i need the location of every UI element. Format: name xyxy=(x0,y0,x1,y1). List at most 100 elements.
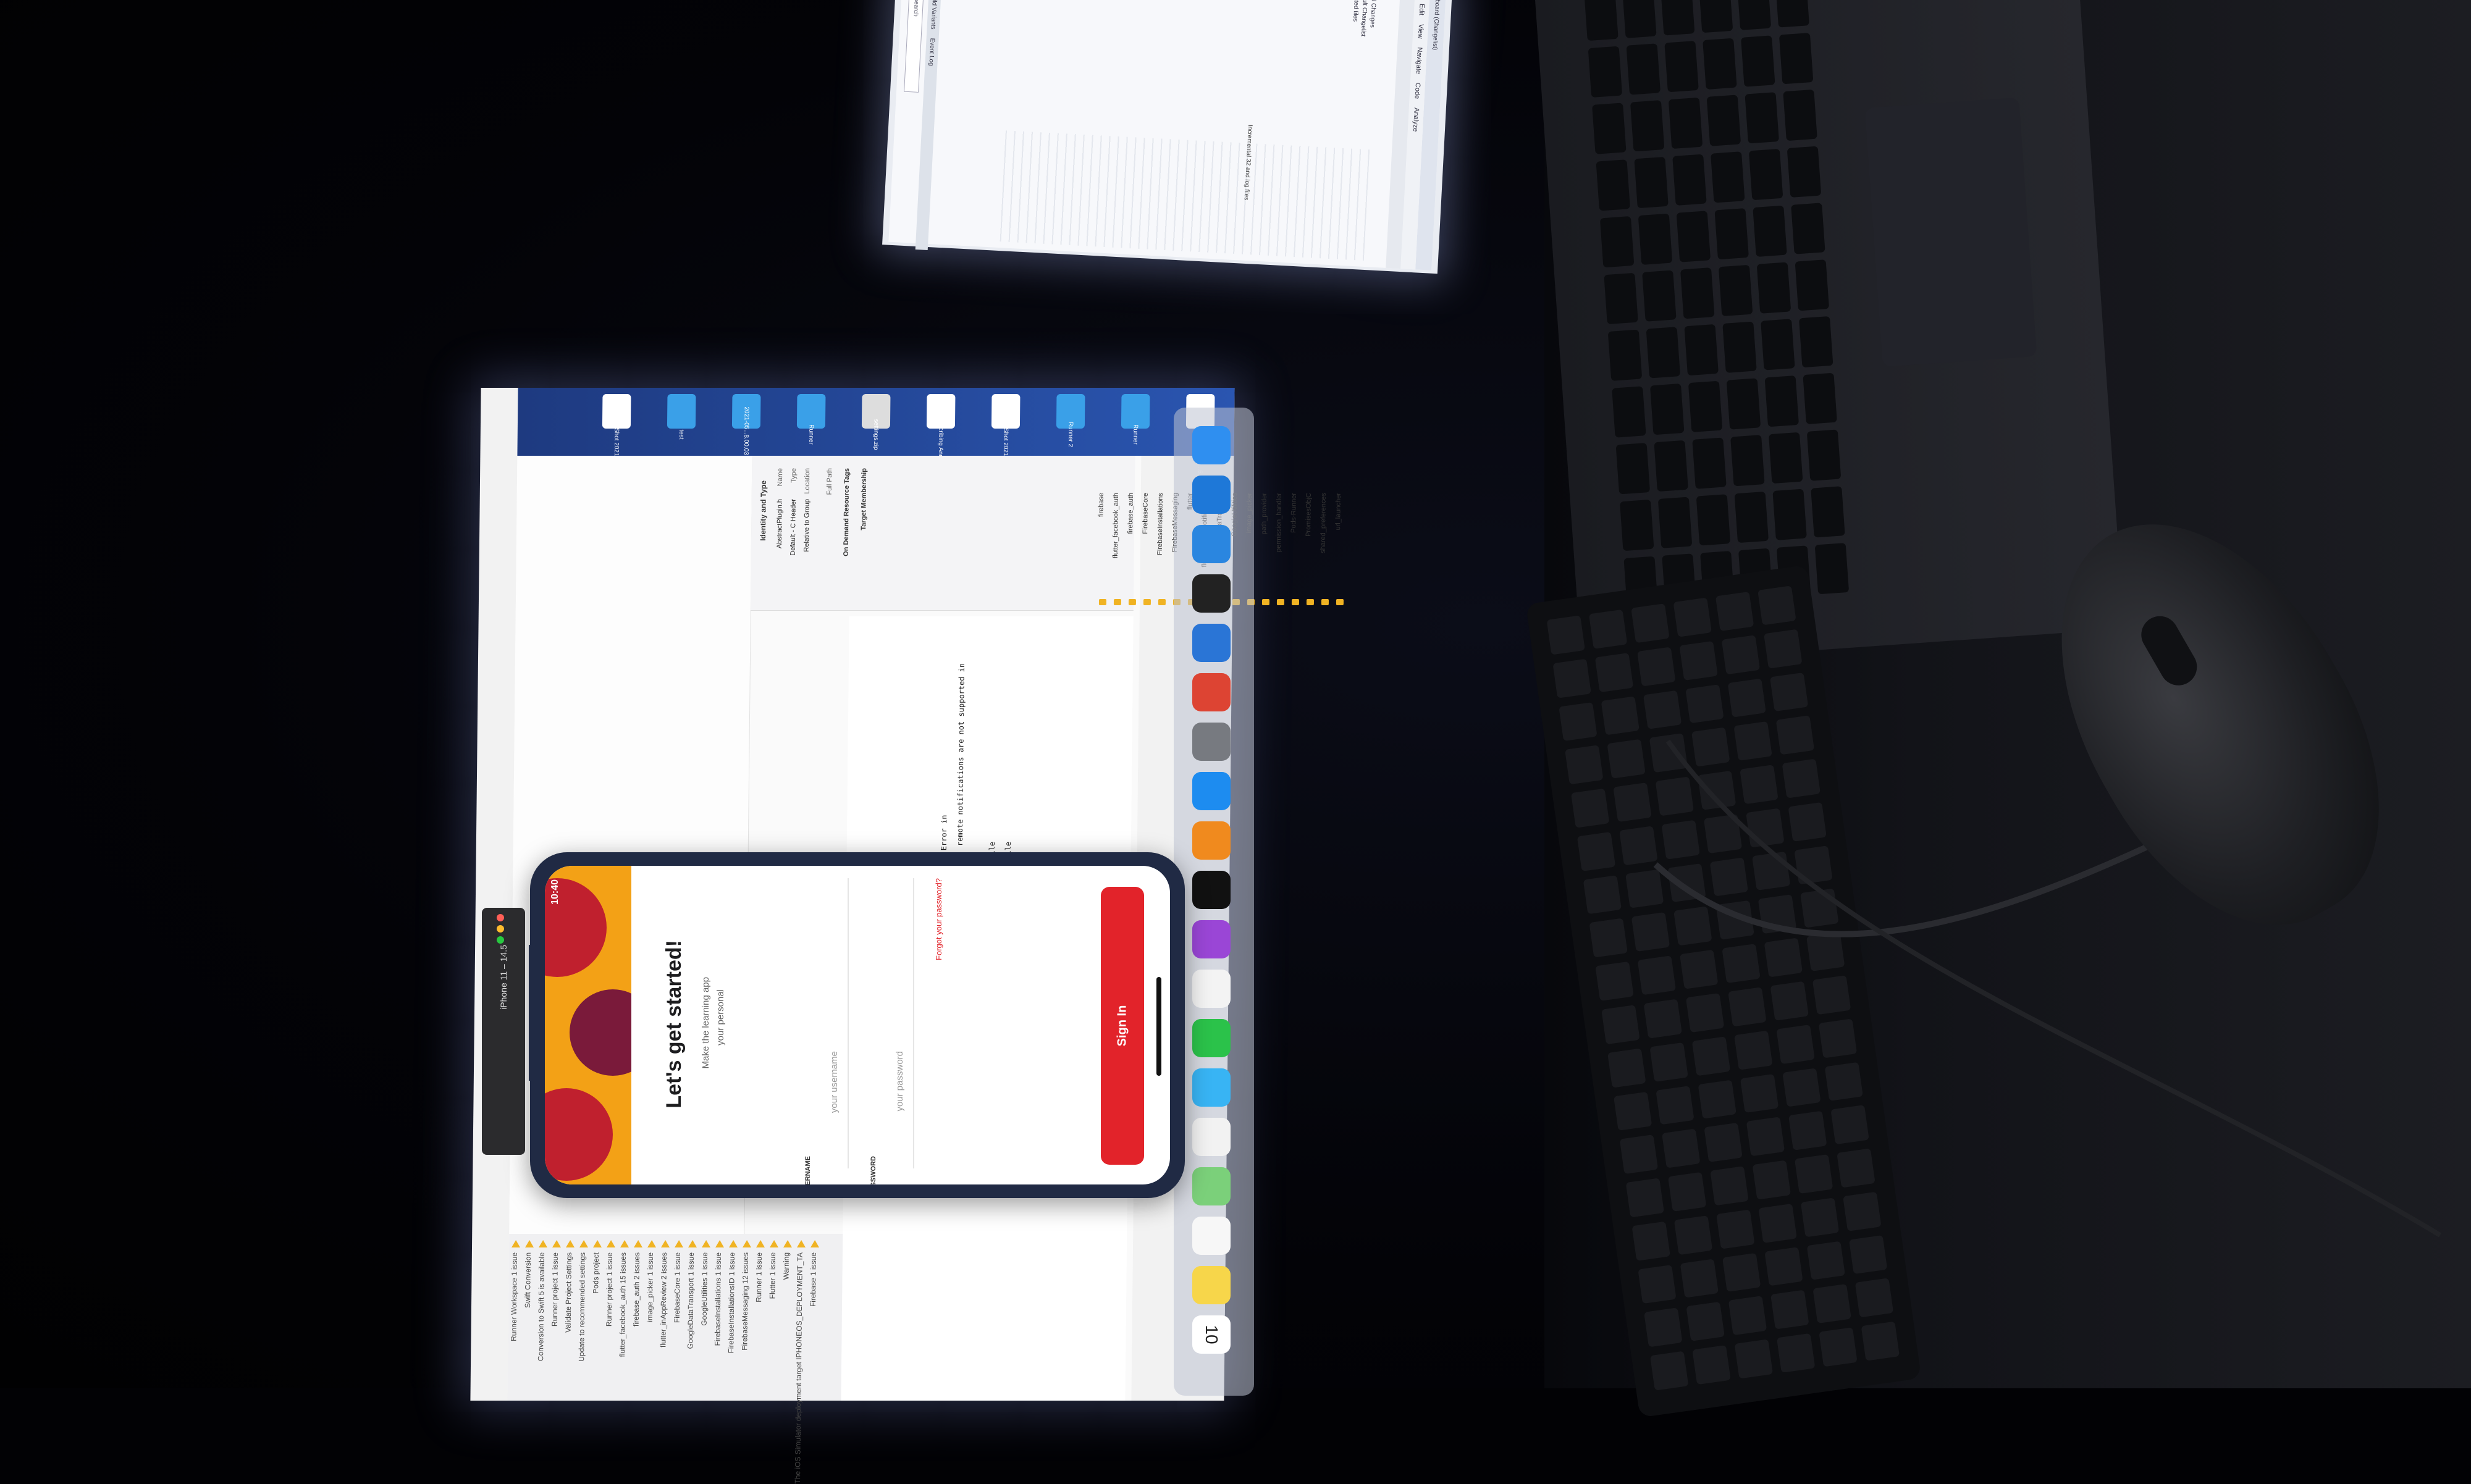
issue-item[interactable]: image_picker 1 issue xyxy=(646,1252,655,1322)
desktop-file-label: settings.zip xyxy=(872,419,880,450)
target-item[interactable]: Pods-Runner xyxy=(1290,493,1298,533)
issue-item[interactable]: FirebaseCore 1 issue xyxy=(673,1252,682,1323)
warning-icon xyxy=(647,1240,657,1247)
password-field[interactable]: your password xyxy=(895,1051,905,1112)
ide-bottom-tab[interactable]: Build Variants xyxy=(930,0,938,30)
ide-menu-item[interactable]: Navigate xyxy=(1415,47,1423,74)
desktop-file[interactable]: Runner xyxy=(1108,394,1164,450)
target-item[interactable]: FirebaseCore xyxy=(1142,493,1150,534)
books-icon[interactable] xyxy=(1192,821,1231,860)
target-item[interactable]: path_provider xyxy=(1260,493,1268,534)
issue-item[interactable]: The iOS Simulator deployment target IPHO… xyxy=(793,1252,804,1484)
folder-blue-icon[interactable] xyxy=(1192,476,1231,514)
app-store-icon[interactable] xyxy=(1192,772,1231,810)
issue-item[interactable]: Firebase 1 issue xyxy=(809,1252,818,1307)
ide-menu-item[interactable]: Analyze xyxy=(1412,107,1420,132)
password-label: PASSWORD xyxy=(870,1156,877,1184)
desktop-file[interactable]: Runner xyxy=(783,394,840,450)
target-item[interactable]: permission_handler xyxy=(1275,493,1283,552)
ide-menu-item[interactable]: Edit xyxy=(1418,4,1426,16)
warning-icon xyxy=(770,1240,779,1247)
issue-item[interactable]: Runner project 1 issue xyxy=(605,1252,614,1327)
file-inspector: Identity and Type Name AbstractPlugin.h … xyxy=(750,456,1344,611)
mouse-scroll-wheel xyxy=(2134,609,2204,692)
zoom-window-button[interactable] xyxy=(497,936,504,944)
music-icon[interactable] xyxy=(1192,970,1231,1008)
desktop-file[interactable]: settings.zip xyxy=(848,394,904,450)
reminders-icon[interactable] xyxy=(1192,1217,1231,1255)
desktop-file[interactable]: 2021-05...8.00.03 PM xyxy=(718,394,775,466)
target-item[interactable]: FirebaseInstallations xyxy=(1156,493,1164,555)
issue-item[interactable]: flutter_facebook_auth 15 issues xyxy=(618,1252,628,1357)
desktop-file[interactable]: Unsubscribing Android... xyxy=(913,394,969,474)
desktop-file[interactable]: Screen Shot 2021-05...8.08.09 PM xyxy=(589,394,645,502)
desktop-file-label: 2021-05...8.00.03 PM xyxy=(742,406,750,466)
maps-icon[interactable] xyxy=(1192,1167,1231,1205)
desktop-file-label: Runner 2 xyxy=(1067,421,1074,448)
app-subtitle-line-2: your personal xyxy=(715,989,726,1046)
target-item[interactable]: firebase xyxy=(1097,493,1105,517)
warning-icon xyxy=(702,1240,711,1247)
settings-icon[interactable] xyxy=(1192,723,1231,761)
notes-icon[interactable] xyxy=(1192,1266,1231,1304)
issue-item[interactable]: Runner project 1 issue xyxy=(550,1252,560,1327)
calendar-icon[interactable]: 10 xyxy=(1192,1315,1231,1354)
issue-item[interactable]: Flutter 1 issue xyxy=(768,1252,777,1299)
finder-icon[interactable] xyxy=(1192,426,1231,464)
photos-icon[interactable] xyxy=(1192,1118,1231,1156)
terminal-icon[interactable] xyxy=(1192,574,1231,613)
inspector-type-value[interactable]: Default - C Header xyxy=(789,499,798,556)
issue-item[interactable]: Runner Workspace 1 issue xyxy=(509,1252,519,1341)
warning-icon xyxy=(661,1240,670,1247)
facetime-icon[interactable] xyxy=(1192,1019,1231,1057)
issue-item[interactable]: Warning xyxy=(781,1252,790,1280)
issue-item[interactable]: GoogleDataTransport 1 issue xyxy=(686,1252,696,1349)
issue-item[interactable]: Update to recommended settings xyxy=(577,1252,587,1362)
issue-item[interactable]: Pods project xyxy=(591,1252,600,1294)
issue-item[interactable]: Swift Conversion xyxy=(523,1252,533,1308)
desktop-file[interactable]: Runner 2 xyxy=(1043,394,1099,450)
sign-in-button[interactable]: Sign In xyxy=(1101,887,1144,1165)
target-item[interactable]: PromisesObjC xyxy=(1305,493,1313,537)
issue-item[interactable]: Runner 1 issue xyxy=(754,1252,764,1302)
messages-icon[interactable] xyxy=(1192,1068,1231,1107)
username-field[interactable]: your username xyxy=(829,1051,840,1113)
apple-tv-icon[interactable] xyxy=(1192,871,1231,909)
desktop-file-label: Runner xyxy=(1132,424,1139,445)
desktop-file-label: Runner xyxy=(807,424,815,445)
close-window-button[interactable] xyxy=(497,914,504,921)
target-item[interactable]: shared_preferences xyxy=(1320,493,1328,553)
folder-icon xyxy=(1261,599,1270,605)
desktop-file[interactable]: Screen Shot 2021-05...8.21.48 PM xyxy=(978,394,1034,502)
issue-item[interactable]: FirebaseInstallationsID 1 issue xyxy=(726,1252,736,1353)
ide-menu-item[interactable]: View xyxy=(1417,24,1425,39)
ide-bottom-tab[interactable]: Event Log xyxy=(928,38,936,66)
inspector-name-value[interactable]: AbstractPlugin.h xyxy=(776,499,784,548)
external-monitor: Dashboard (Changelist) FileEditViewNavig… xyxy=(882,0,1453,274)
issue-item[interactable]: firebase_auth 2 issues xyxy=(632,1252,641,1327)
xcode-icon[interactable] xyxy=(1192,624,1231,662)
target-item[interactable]: url_launcher xyxy=(1334,493,1342,530)
target-item[interactable]: flutter_facebook_auth xyxy=(1112,493,1120,558)
desktop-file[interactable]: test xyxy=(654,394,710,450)
warning-icon xyxy=(593,1240,602,1247)
warning-icon xyxy=(688,1240,697,1247)
podcasts-icon[interactable] xyxy=(1192,920,1231,958)
issue-item[interactable]: flutter_inAppReview 2 issues xyxy=(659,1252,668,1348)
minimize-window-button[interactable] xyxy=(497,925,504,933)
hero-red-circle-2 xyxy=(545,1088,613,1181)
target-item[interactable]: firebase_auth xyxy=(1127,493,1135,534)
forgot-password-link[interactable]: Forgot your password? xyxy=(934,878,943,960)
ide-menu-item[interactable]: Code xyxy=(1413,83,1421,99)
issue-item[interactable]: GoogleUtilities 1 issue xyxy=(700,1252,709,1326)
inspector-target-heading: Target Membership xyxy=(860,468,869,530)
folder-blue-icon[interactable] xyxy=(1192,525,1231,563)
inspector-location-value[interactable]: Relative to Group xyxy=(803,499,811,552)
windows-search-box[interactable]: Type here to search xyxy=(904,0,926,93)
issue-item[interactable]: Validate Project Settings xyxy=(564,1252,573,1333)
issue-item[interactable]: Conversion to Swift 5 is available xyxy=(536,1252,546,1361)
chrome-icon[interactable] xyxy=(1192,673,1231,711)
warning-icon xyxy=(675,1240,684,1247)
issue-item[interactable]: FirebaseInstallations 1 issue xyxy=(713,1252,723,1346)
issue-item[interactable]: FirebaseMessaging 12 issues xyxy=(740,1252,750,1351)
